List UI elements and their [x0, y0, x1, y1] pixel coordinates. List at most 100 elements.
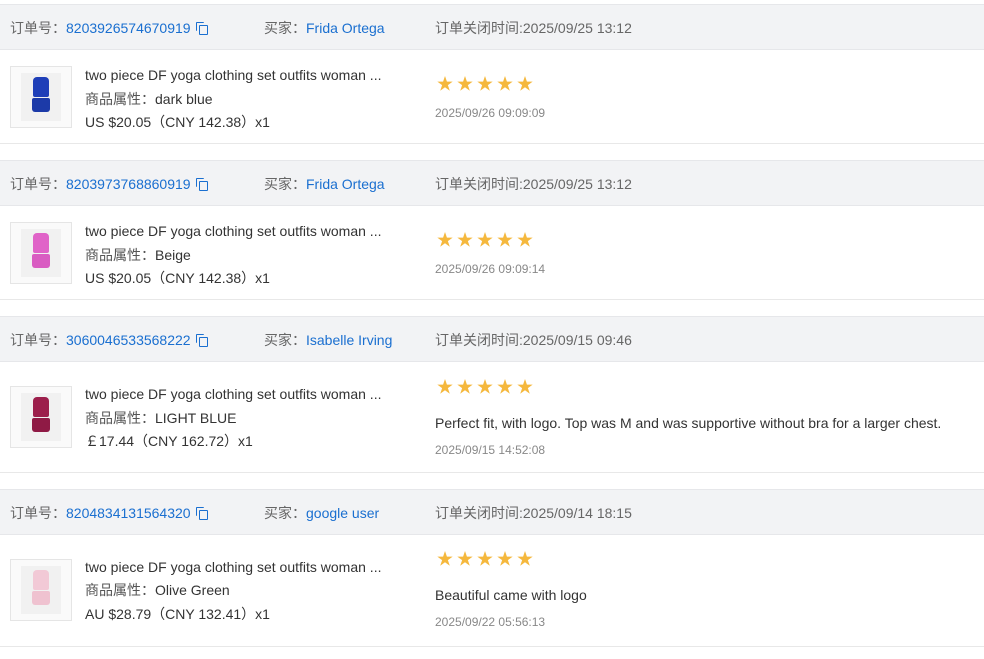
order-header: 订单号：8204834131564320 买家：google user 订单关闭…	[0, 489, 984, 535]
order-card: 订单号：3060046533568222 买家：Isabelle Irving …	[0, 316, 984, 473]
buyer-link[interactable]: Frida Ortega	[306, 176, 385, 192]
order-number-link[interactable]: 8203926574670919	[66, 20, 191, 36]
star-icon	[457, 551, 473, 566]
buyer-label: 买家：	[264, 176, 306, 192]
product-price: ￡17.44（CNY 162.72）x1	[85, 433, 253, 449]
order-number-group: 订单号：8203926574670919	[10, 19, 209, 37]
attr-value: Olive Green	[155, 582, 230, 598]
order-list: 订单号：8203926574670919 买家：Frida Ortega 订单关…	[0, 0, 984, 659]
star-icon	[477, 232, 493, 247]
product-title[interactable]: two piece DF yoga clothing set outfits w…	[85, 385, 381, 403]
close-time-label: 订单关闭时间:	[435, 332, 523, 348]
product-attribute: 商品属性：LIGHT BLUE	[85, 409, 236, 427]
attr-value: LIGHT BLUE	[155, 410, 237, 426]
buyer-link[interactable]: Isabelle Irving	[306, 332, 392, 348]
copy-icon[interactable]	[195, 22, 209, 35]
order-body: two piece DF yoga clothing set outfits w…	[0, 206, 984, 300]
star-icon	[477, 76, 493, 91]
product-title[interactable]: two piece DF yoga clothing set outfits w…	[85, 66, 381, 84]
star-icon	[497, 76, 513, 91]
blue-yoga-set-icon	[21, 73, 61, 121]
buyer-group: 买家：Frida Ortega	[264, 175, 385, 193]
order-number-group: 订单号：8204834131564320	[10, 504, 209, 522]
star-icon	[517, 76, 533, 91]
review-text: Perfect fit, with logo. Top was M and wa…	[435, 415, 942, 431]
product-attribute: 商品属性：Olive Green	[85, 581, 230, 599]
order-body: two piece DF yoga clothing set outfits w…	[0, 50, 984, 144]
close-time-group: 订单关闭时间:2025/09/15 09:46	[435, 331, 632, 349]
attr-label: 商品属性：	[85, 91, 155, 107]
light-pink-yoga-set-icon	[21, 566, 61, 614]
star-icon	[437, 551, 453, 566]
burgundy-yoga-set-icon	[21, 393, 61, 441]
buyer-link[interactable]: google user	[306, 505, 379, 521]
close-time-label: 订单关闭时间:	[435, 20, 523, 36]
buyer-label: 买家：	[264, 332, 306, 348]
close-time-group: 订单关闭时间:2025/09/25 13:12	[435, 19, 632, 37]
order-card: 订单号：8203926574670919 买家：Frida Ortega 订单关…	[0, 4, 984, 144]
star-icon	[497, 379, 513, 394]
close-time-value: 2025/09/14 18:15	[522, 505, 632, 521]
product-price: US $20.05（CNY 142.38）x1	[85, 114, 270, 130]
review-time: 2025/09/15 14:52:08	[435, 443, 546, 457]
close-time-label: 订单关闭时间:	[435, 176, 523, 192]
buyer-label: 买家：	[264, 505, 306, 521]
product-price: US $20.05（CNY 142.38）x1	[85, 270, 270, 286]
star-icon	[497, 551, 513, 566]
order-card: 订单号：8203973768860919 买家：Frida Ortega 订单关…	[0, 160, 984, 300]
product-attribute: 商品属性：Beige	[85, 246, 191, 264]
attr-value: dark blue	[155, 91, 213, 107]
copy-icon[interactable]	[195, 507, 209, 520]
buyer-group: 买家：Isabelle Irving	[264, 331, 392, 349]
star-icon	[437, 76, 453, 91]
close-time-group: 订单关闭时间:2025/09/25 13:12	[435, 175, 632, 193]
order-number-group: 订单号：3060046533568222	[10, 331, 209, 349]
close-time-value: 2025/09/15 09:46	[522, 332, 632, 348]
product-thumbnail[interactable]	[10, 386, 72, 448]
order-number-link[interactable]: 3060046533568222	[66, 332, 191, 348]
close-time-group: 订单关闭时间:2025/09/14 18:15	[435, 504, 632, 522]
order-number-link[interactable]: 8203973768860919	[66, 176, 191, 192]
review-text: Beautiful came with logo	[435, 587, 587, 603]
order-header: 订单号：8203926574670919 买家：Frida Ortega 订单关…	[0, 4, 984, 50]
review-time: 2025/09/22 05:56:13	[435, 615, 546, 629]
product-title[interactable]: two piece DF yoga clothing set outfits w…	[85, 222, 381, 240]
close-time-value: 2025/09/25 13:12	[522, 176, 632, 192]
order-number-label: 订单号：	[10, 505, 66, 521]
star-icon	[437, 379, 453, 394]
order-number-link[interactable]: 8204834131564320	[66, 505, 191, 521]
review-time: 2025/09/26 09:09:14	[435, 262, 546, 276]
buyer-link[interactable]: Frida Ortega	[306, 20, 385, 36]
product-thumbnail[interactable]	[10, 559, 72, 621]
product-thumbnail[interactable]	[10, 222, 72, 284]
copy-icon[interactable]	[195, 334, 209, 347]
star-icon	[457, 76, 473, 91]
copy-icon[interactable]	[195, 178, 209, 191]
product-price: AU $28.79（CNY 132.41）x1	[85, 606, 270, 622]
star-icon	[437, 232, 453, 247]
rating-stars	[437, 379, 537, 397]
star-icon	[477, 379, 493, 394]
star-icon	[497, 232, 513, 247]
close-time-value: 2025/09/25 13:12	[522, 20, 632, 36]
attr-value: Beige	[155, 247, 191, 263]
star-icon	[517, 232, 533, 247]
order-number-label: 订单号：	[10, 332, 66, 348]
attr-label: 商品属性：	[85, 247, 155, 263]
order-number-group: 订单号：8203973768860919	[10, 175, 209, 193]
rating-stars	[437, 551, 537, 569]
star-icon	[517, 551, 533, 566]
product-thumbnail[interactable]	[10, 66, 72, 128]
star-icon	[457, 379, 473, 394]
order-body: two piece DF yoga clothing set outfits w…	[0, 535, 984, 647]
star-icon	[517, 379, 533, 394]
attr-label: 商品属性：	[85, 410, 155, 426]
order-header: 订单号：8203973768860919 买家：Frida Ortega 订单关…	[0, 160, 984, 206]
order-card: 订单号：8204834131564320 买家：google user 订单关闭…	[0, 489, 984, 647]
pink-yoga-set-icon	[21, 229, 61, 277]
rating-stars	[437, 232, 537, 250]
buyer-group: 买家：Frida Ortega	[264, 19, 385, 37]
order-number-label: 订单号：	[10, 20, 66, 36]
product-title[interactable]: two piece DF yoga clothing set outfits w…	[85, 558, 381, 576]
rating-stars	[437, 76, 537, 94]
